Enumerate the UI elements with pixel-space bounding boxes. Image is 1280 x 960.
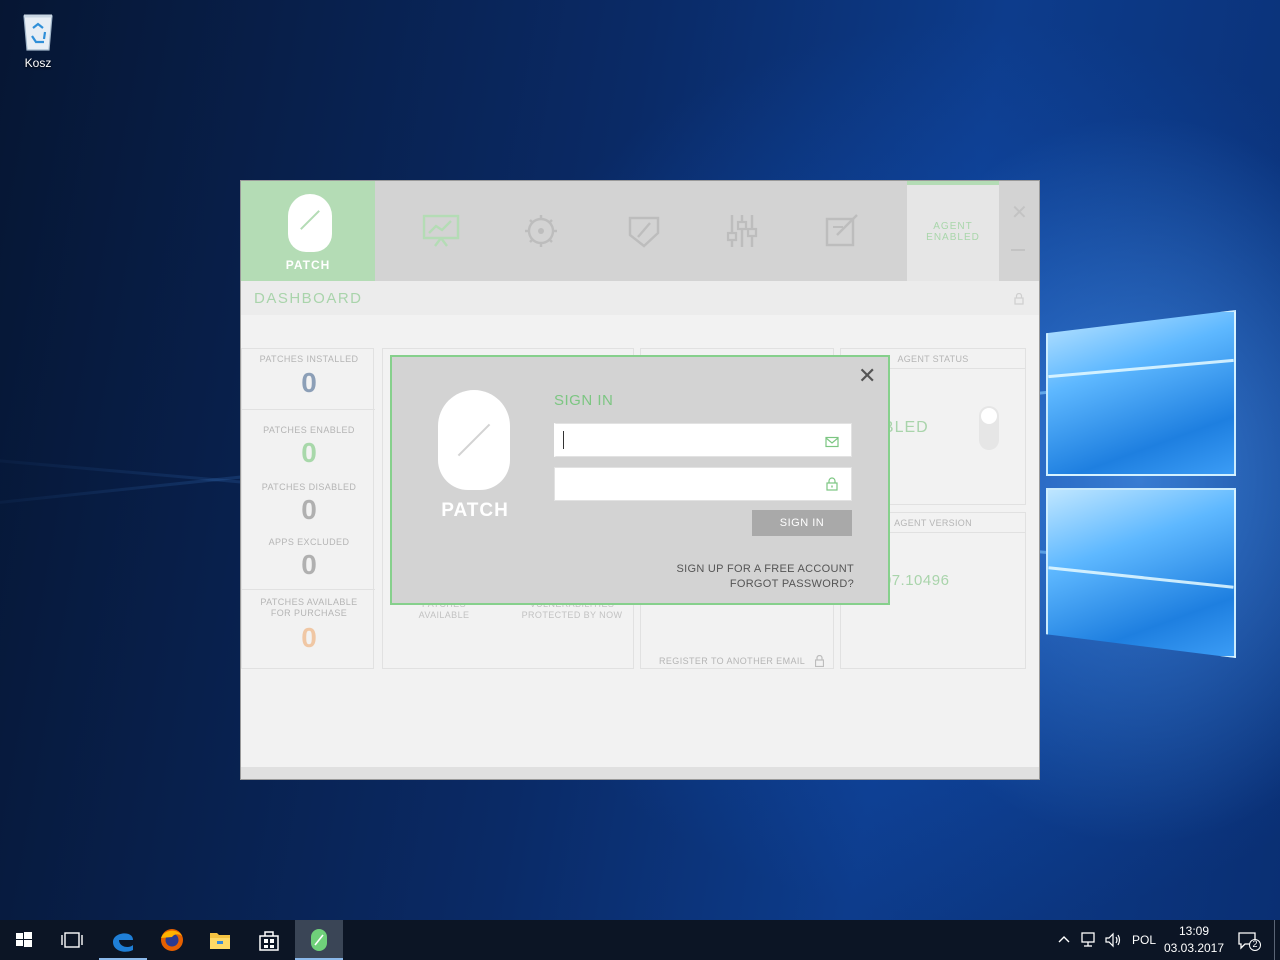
notification-badge: 2 xyxy=(1252,939,1258,949)
stats-panel: PATCHES INSTALLED 0 PATCHES ENABLED 0 PA… xyxy=(241,348,375,669)
agent-status-tab[interactable]: AGENT ENABLED xyxy=(907,181,999,281)
signin-button[interactable]: SIGN IN xyxy=(752,510,852,536)
signin-title: SIGN IN xyxy=(554,392,614,409)
signup-link[interactable]: SIGN UP FOR A FREE ACCOUNT xyxy=(592,563,854,575)
start-icon[interactable] xyxy=(0,920,48,960)
dashboard-chart-icon[interactable] xyxy=(421,213,461,249)
volume-icon[interactable] xyxy=(1104,932,1122,948)
patches-enabled-value: 0 xyxy=(301,437,317,468)
window-minimize-button[interactable] xyxy=(1011,249,1025,251)
firefox-icon[interactable] xyxy=(148,920,196,960)
patches-purchase-label: PATCHES AVAILABLE FOR PURCHASE xyxy=(260,597,358,618)
patches-disabled-value: 0 xyxy=(301,494,317,525)
wallpaper-window-pane xyxy=(1046,310,1236,476)
page-title: DASHBOARD xyxy=(254,290,363,307)
notification-icon[interactable]: 2 xyxy=(1238,931,1262,951)
patch-logo-icon xyxy=(438,390,510,490)
recycle-bin-icon xyxy=(19,8,57,52)
wallpaper-window-pane xyxy=(1046,488,1236,658)
network-icon[interactable] xyxy=(1080,932,1098,948)
patches-installed-value: 0 xyxy=(301,367,317,398)
apps-excluded-value: 0 xyxy=(301,549,317,580)
patches-disabled-label: PATCHES DISABLED xyxy=(261,482,357,492)
envelope-icon xyxy=(825,435,839,448)
signin-dialog: ✕ PATCH SIGN IN SIGN IN SIGN UP FOR A FR… xyxy=(390,355,890,605)
settings-gear-icon[interactable] xyxy=(521,213,561,249)
text-caret xyxy=(563,431,564,449)
apps-excluded-label: APPS EXCLUDED xyxy=(268,537,350,547)
taskbar: POL 13:09 03.03.2017 2 xyxy=(0,920,1280,960)
window-close-button[interactable]: ✕ xyxy=(1011,203,1028,223)
password-field[interactable] xyxy=(554,467,852,501)
patches-enabled-label: PATCHES ENABLED xyxy=(263,425,355,435)
store-icon[interactable] xyxy=(245,920,293,960)
status-strip xyxy=(241,767,1039,779)
show-desktop-button[interactable] xyxy=(1274,920,1275,960)
clock-time[interactable]: 13:09 xyxy=(1167,924,1221,938)
file-explorer-icon[interactable] xyxy=(196,920,244,960)
signin-brand: PATCH xyxy=(441,500,509,521)
chevron-up-icon[interactable] xyxy=(1057,932,1071,946)
edit-note-icon[interactable] xyxy=(823,213,863,249)
patches-purchase-value: 0 xyxy=(301,622,317,653)
lock-icon xyxy=(825,477,839,491)
patches-installed-label: PATCHES INSTALLED xyxy=(259,354,359,364)
agent-toggle[interactable] xyxy=(979,406,999,450)
sliders-icon[interactable] xyxy=(722,213,762,249)
task-view-icon[interactable] xyxy=(48,920,96,960)
shield-icon[interactable] xyxy=(624,213,664,249)
language-indicator[interactable]: POL xyxy=(1132,933,1156,947)
agent-tab-label: AGENT ENABLED xyxy=(926,221,980,243)
recycle-bin-label: Kosz xyxy=(24,56,52,70)
brand-tile[interactable]: PATCH xyxy=(241,181,375,281)
brand-name: PATCH xyxy=(285,258,331,272)
section-bar: DASHBOARD xyxy=(241,281,1039,315)
clock-date[interactable]: 03.03.2017 xyxy=(1163,941,1225,955)
recycle-bin-shortcut[interactable]: Kosz xyxy=(10,8,66,70)
close-icon[interactable]: ✕ xyxy=(858,365,876,387)
forgot-password-link[interactable]: FORGOT PASSWORD? xyxy=(592,578,854,590)
lock-icon[interactable] xyxy=(1014,292,1024,305)
app-header: PATCH AGENT ENABLED ✕ xyxy=(241,181,1039,281)
lock-icon xyxy=(814,654,825,668)
register-email-link[interactable]: REGISTER TO ANOTHER EMAIL xyxy=(659,656,805,666)
patch-logo-icon xyxy=(288,194,332,252)
email-field[interactable] xyxy=(554,423,852,457)
edge-icon[interactable] xyxy=(99,920,147,960)
patch-app-icon[interactable] xyxy=(295,920,343,960)
